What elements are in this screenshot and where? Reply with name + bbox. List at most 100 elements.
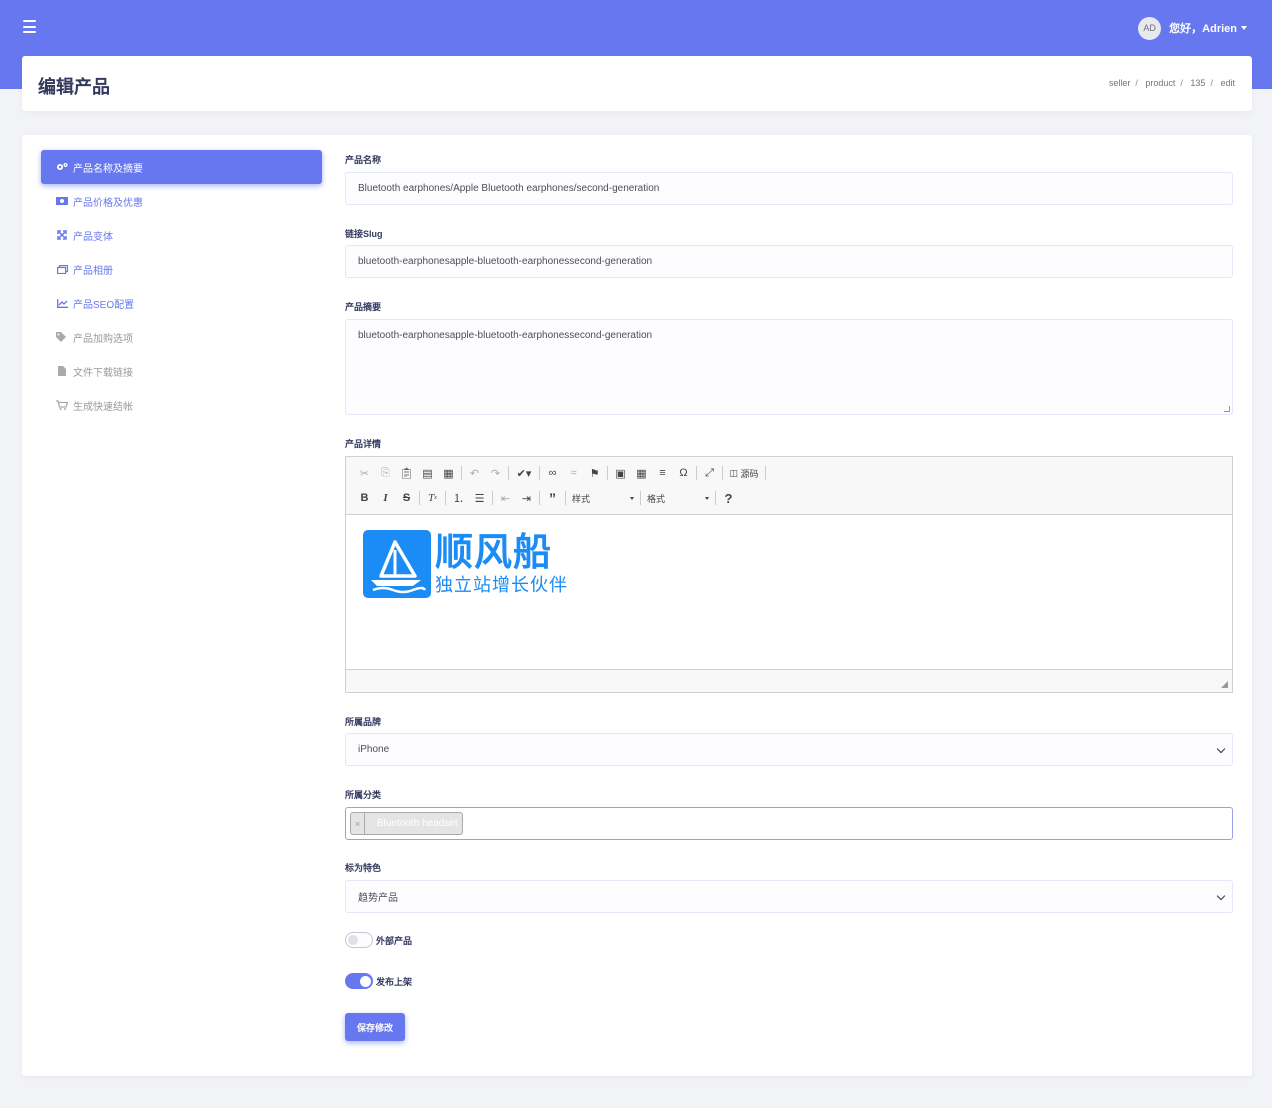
breadcrumb-item[interactable]: product bbox=[1145, 78, 1175, 88]
slug-input[interactable]: bluetooth-earphonesapple-bluetooth-earph… bbox=[345, 245, 1233, 278]
nav-item-label: 产品相册 bbox=[73, 265, 113, 277]
anchor-flag-icon[interactable]: ⚑ bbox=[584, 464, 605, 482]
format-combo[interactable]: 格式 bbox=[643, 490, 713, 506]
breadcrumb-item: edit bbox=[1220, 78, 1235, 88]
bulleted-list-icon[interactable]: ☰ bbox=[469, 489, 490, 507]
external-product-toggle[interactable] bbox=[345, 932, 373, 948]
numbered-list-icon[interactable]: ⒈ bbox=[448, 489, 469, 507]
help-icon[interactable]: ? bbox=[718, 489, 739, 507]
feature-select[interactable]: 趋势产品 bbox=[345, 880, 1233, 913]
product-nav: 产品名称及摘要 产品价格及优惠 产品变体 产品相册 产品SEO配置 产品加购选项… bbox=[41, 150, 322, 422]
nav-item-addons[interactable]: 产品加购选项 bbox=[41, 320, 322, 354]
table-icon[interactable]: ▦ bbox=[631, 464, 652, 482]
image-icon[interactable]: ▣ bbox=[610, 464, 631, 482]
publish-row: 发布上架 bbox=[345, 972, 412, 990]
section-header: 编辑产品 seller / product/ 135/ edit bbox=[22, 56, 1252, 111]
resize-handle-icon[interactable] bbox=[1224, 406, 1230, 412]
publish-label: 发布上架 bbox=[376, 976, 413, 987]
nav-item-variants[interactable]: 产品变体 bbox=[41, 218, 322, 252]
sailboat-icon bbox=[363, 530, 431, 598]
nav-item-pricing[interactable]: 产品价格及优惠 bbox=[41, 184, 322, 218]
user-greeting: 您好，Adrien bbox=[1169, 23, 1237, 35]
external-product-row: 外部产品 bbox=[345, 931, 412, 949]
detail-label: 产品详情 bbox=[345, 439, 382, 449]
cut-icon[interactable]: ✂ bbox=[354, 464, 375, 482]
resize-grip-icon[interactable] bbox=[1221, 681, 1228, 688]
rich-text-editor: ✂ ⎘ 📋︎ ▤ ▦ ↶ ↷ ✔▾ ∞ ≈ ⚑ ▣ ▦ ≡ Ω ⤢ ◫ 源码 B… bbox=[345, 456, 1233, 693]
horizontal-line-icon[interactable]: ≡ bbox=[652, 464, 673, 482]
category-label: 所属分类 bbox=[345, 790, 382, 800]
chart-line-icon bbox=[56, 298, 68, 308]
unlink-icon[interactable]: ≈ bbox=[563, 464, 584, 482]
redo-icon[interactable]: ↷ bbox=[485, 464, 506, 482]
chevron-down-icon bbox=[705, 496, 709, 500]
paste-icon[interactable]: 📋︎ bbox=[396, 464, 417, 482]
caret-down-icon bbox=[1241, 26, 1247, 30]
cart-icon bbox=[56, 400, 68, 410]
nav-item-gallery[interactable]: 产品相册 bbox=[41, 252, 322, 286]
remove-tag-icon[interactable]: × bbox=[351, 813, 365, 834]
paste-word-icon[interactable]: ▦ bbox=[438, 464, 459, 482]
blockquote-icon[interactable]: ” bbox=[542, 489, 563, 507]
main-card: 产品名称及摘要 产品价格及优惠 产品变体 产品相册 产品SEO配置 产品加购选项… bbox=[22, 135, 1252, 1076]
slug-label: 链接Slug bbox=[345, 229, 383, 239]
source-button[interactable]: ◫ 源码 bbox=[725, 464, 763, 482]
tags-icon bbox=[56, 332, 68, 342]
nav-item-label: 产品名称及摘要 bbox=[73, 163, 143, 175]
menu-toggle-icon[interactable] bbox=[23, 20, 36, 33]
editor-statusbar bbox=[346, 669, 1232, 692]
outdent-icon[interactable]: ⇤ bbox=[495, 489, 516, 507]
save-button[interactable]: 保存修改 bbox=[345, 1013, 405, 1041]
brand-logo: 顺风船 独立站增长伙伴 bbox=[363, 530, 568, 598]
indent-icon[interactable]: ⇥ bbox=[516, 489, 537, 507]
page-title: 编辑产品 bbox=[38, 77, 110, 97]
copy-icon[interactable]: ⎘ bbox=[375, 464, 396, 482]
italic-icon[interactable]: I bbox=[375, 489, 396, 507]
maximize-icon[interactable]: ⤢ bbox=[699, 464, 720, 482]
remove-format-icon[interactable]: Tx bbox=[422, 489, 443, 507]
brand-select[interactable]: iPhone bbox=[345, 733, 1233, 766]
styles-combo[interactable]: 样式 bbox=[568, 490, 638, 506]
name-input[interactable]: Bluetooth earphones/Apple Bluetooth earp… bbox=[345, 172, 1233, 205]
nav-item-label: 生成快速结帐 bbox=[73, 401, 133, 413]
chevron-down-icon bbox=[630, 496, 634, 500]
brand-label: 所属品牌 bbox=[345, 717, 382, 727]
nav-item-summary[interactable]: 产品名称及摘要 bbox=[41, 150, 322, 184]
user-dropdown[interactable]: AD 您好，Adrien bbox=[1138, 16, 1247, 40]
avatar: AD bbox=[1138, 16, 1162, 40]
publish-toggle[interactable] bbox=[345, 973, 373, 989]
external-product-label: 外部产品 bbox=[376, 935, 413, 946]
nav-item-downloads[interactable]: 文件下载链接 bbox=[41, 354, 322, 388]
category-tag: × Bluetooth headset bbox=[350, 812, 463, 835]
strike-icon[interactable]: S bbox=[396, 489, 417, 507]
money-icon bbox=[56, 196, 68, 206]
link-icon[interactable]: ∞ bbox=[542, 464, 563, 482]
breadcrumb-item[interactable]: 135 bbox=[1190, 78, 1205, 88]
name-label: 产品名称 bbox=[345, 155, 382, 165]
nav-item-seo[interactable]: 产品SEO配置 bbox=[41, 286, 322, 320]
summary-textarea[interactable]: bluetooth-earphonesapple-bluetooth-earph… bbox=[345, 319, 1233, 415]
chevron-down-icon bbox=[1216, 891, 1226, 901]
file-icon bbox=[56, 366, 68, 376]
nav-item-label: 文件下载链接 bbox=[73, 367, 133, 379]
spellcheck-icon[interactable]: ✔▾ bbox=[511, 464, 537, 482]
nav-item-checkout[interactable]: 生成快速结帐 bbox=[41, 388, 322, 422]
expand-icon bbox=[56, 230, 68, 240]
logo-title: 顺风船 bbox=[435, 532, 553, 574]
paste-text-icon[interactable]: ▤ bbox=[417, 464, 438, 482]
bold-icon[interactable]: B bbox=[354, 489, 375, 507]
logo-subtitle: 独立站增长伙伴 bbox=[435, 575, 568, 595]
nav-item-label: 产品价格及优惠 bbox=[73, 197, 143, 209]
undo-icon[interactable]: ↶ bbox=[464, 464, 485, 482]
editor-content[interactable]: 顺风船 独立站增长伙伴 bbox=[346, 515, 1232, 669]
breadcrumb: seller / product/ 135/ edit bbox=[1108, 78, 1235, 88]
images-icon bbox=[56, 264, 68, 274]
summary-label: 产品摘要 bbox=[345, 302, 382, 312]
category-multiselect[interactable]: × Bluetooth headset bbox=[345, 807, 1233, 840]
editor-toolbar: ✂ ⎘ 📋︎ ▤ ▦ ↶ ↷ ✔▾ ∞ ≈ ⚑ ▣ ▦ ≡ Ω ⤢ ◫ 源码 B… bbox=[346, 457, 1232, 515]
special-char-icon[interactable]: Ω bbox=[673, 464, 694, 482]
breadcrumb-item[interactable]: seller bbox=[1109, 78, 1131, 88]
feature-label: 标为特色 bbox=[345, 863, 382, 873]
nav-item-label: 产品加购选项 bbox=[73, 333, 133, 345]
source-icon: ◫ bbox=[729, 467, 738, 478]
